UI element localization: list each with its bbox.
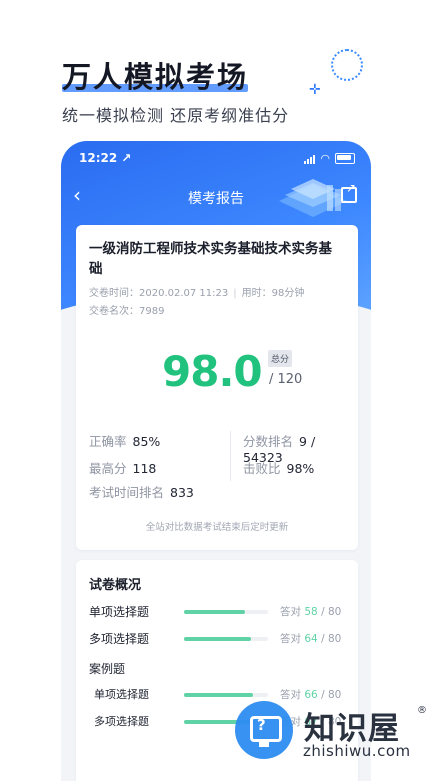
score-total: / 120 (269, 372, 303, 387)
score-card: 一级消防工程师技术实务基础技术实务基础 交卷时间：2020.02.07 11:2… (76, 225, 358, 550)
wifi-icon: ◠ (320, 152, 330, 165)
accuracy-stat: 正确率 85% (89, 434, 161, 449)
time-rank-stat: 考试时间排名 833 (89, 485, 194, 500)
beat-ratio-stat: 击败比 98% (243, 461, 315, 476)
submit-rank-info: 交卷名次：7989 (89, 306, 165, 317)
status-time: 12:22 ↗ (79, 151, 132, 165)
watermark-registered: ® (417, 705, 427, 716)
promo-subtitle: 统一模拟检测 还原考纲准估分 (62, 106, 290, 125)
case-section-label: 案例题 (89, 662, 126, 676)
progress-fill (184, 610, 245, 614)
submit-time: 2020.02.07 11:23 (139, 288, 229, 299)
overview-row[interactable]: 单项选择题 答对 66 / 80 (89, 686, 351, 704)
page-title: 模考报告 (188, 191, 244, 207)
total-score: 98.0 (162, 347, 263, 396)
overview-row[interactable]: 多项选择题 答对 64 / 80 (89, 630, 351, 648)
decorative-circle-icon (331, 49, 363, 81)
phone-mockup: 12:22 ↗ ◠ ‹ 模考报告 一级消防工程师技术实务基础技术实务基础 交卷时… (61, 141, 371, 781)
progress-fill (184, 637, 252, 641)
progress-fill (184, 693, 254, 697)
exam-title: 一级消防工程师技术实务基础技术实务基础 (89, 241, 332, 277)
score-badge: 总分 (268, 350, 293, 367)
cellular-signal-icon (304, 154, 316, 164)
duration: 98分钟 (271, 288, 305, 299)
promo-title: 万人模拟考场 (62, 60, 249, 94)
battery-icon (335, 153, 355, 164)
submit-rank: 7989 (139, 306, 165, 317)
share-button[interactable] (341, 181, 357, 203)
overview-row[interactable]: 单项选择题 答对 58 / 80 (89, 603, 351, 621)
overview-title: 试卷概况 (89, 578, 142, 593)
submit-info: 交卷时间：2020.02.07 11:23 | 用时：98分钟 (89, 288, 305, 299)
decorative-plus-icon: ✛ (309, 82, 321, 98)
update-note: 全站对比数据考试结束后定时更新 (145, 522, 289, 533)
status-bar: 12:22 ↗ ◠ (61, 151, 371, 167)
watermark-url: zhishiwu.com (303, 742, 411, 760)
max-score-stat: 最高分 118 (89, 461, 157, 476)
